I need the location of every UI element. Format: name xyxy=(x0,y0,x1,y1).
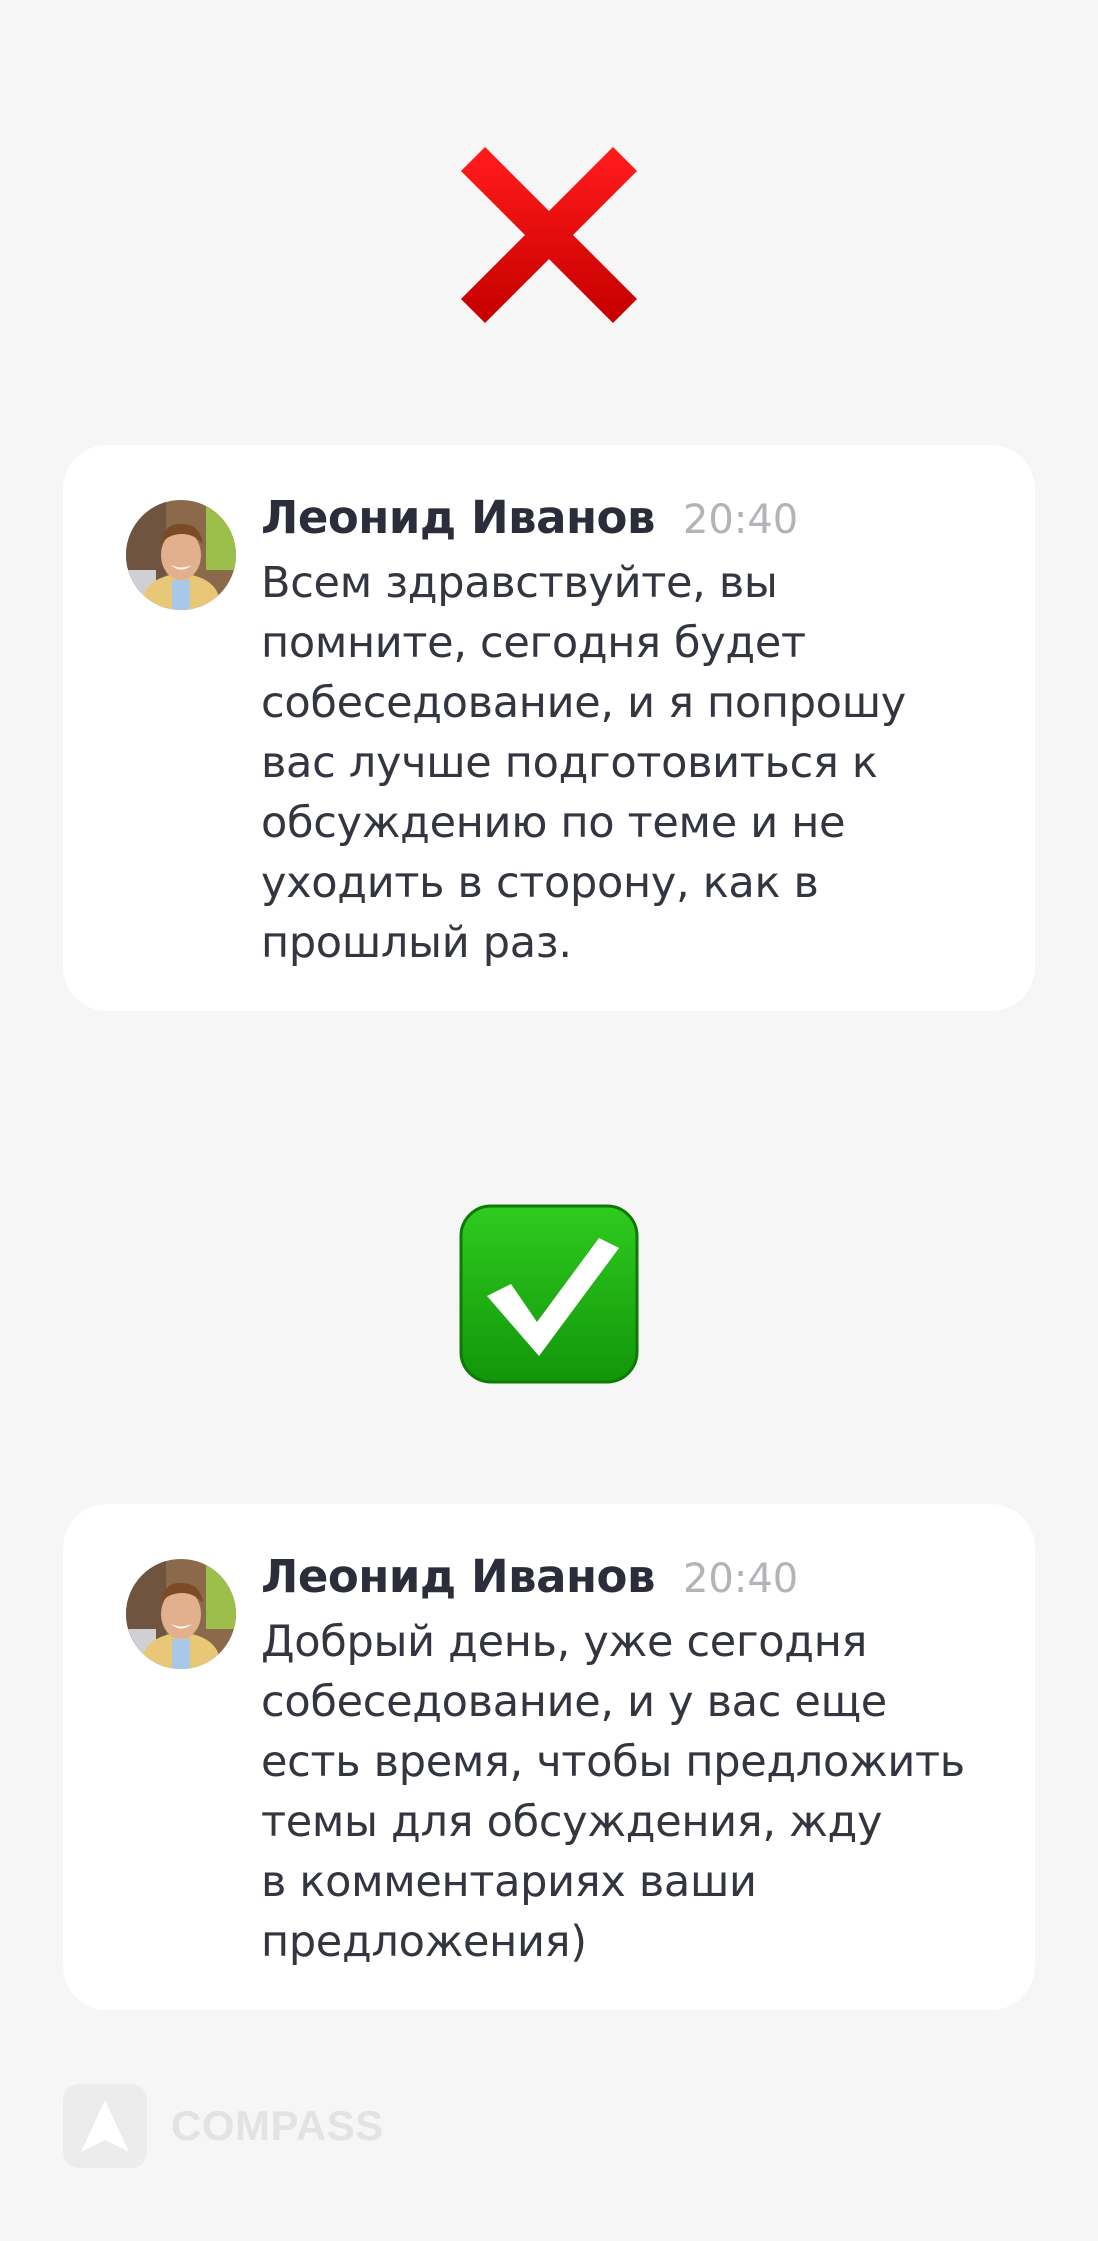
red-cross-mark-icon xyxy=(459,145,639,325)
logo-text: COMPASS xyxy=(171,2102,384,2149)
compass-logo-icon xyxy=(63,2084,147,2168)
message-card-good: Леонид Иванов 20:40 Добрый день, уже сег… xyxy=(63,1504,1035,2010)
green-check-mark-icon xyxy=(459,1204,639,1384)
avatar xyxy=(126,500,236,610)
message-header: Леонид Иванов 20:40 xyxy=(261,1550,1001,1610)
message-card-bad: Леонид Иванов 20:40 Всем здравствуйте, в… xyxy=(63,445,1035,1011)
message-time: 20:40 xyxy=(682,1556,799,1602)
message: Леонид Иванов 20:40 Добрый день, уже сег… xyxy=(261,1550,1001,1972)
avatar xyxy=(126,1559,236,1669)
author-name: Леонид Иванов xyxy=(261,491,655,544)
message: Леонид Иванов 20:40 Всем здравствуйте, в… xyxy=(261,491,1001,973)
message-header: Леонид Иванов 20:40 xyxy=(261,491,1001,551)
compass-logo: COMPASS xyxy=(63,2084,384,2168)
author-name: Леонид Иванов xyxy=(261,1550,655,1603)
message-text: Добрый день, уже сегодня собеседование, … xyxy=(261,1617,965,1967)
message-time: 20:40 xyxy=(682,497,799,543)
message-text: Всем здравствуйте, вы помните, сегодня б… xyxy=(261,558,906,968)
